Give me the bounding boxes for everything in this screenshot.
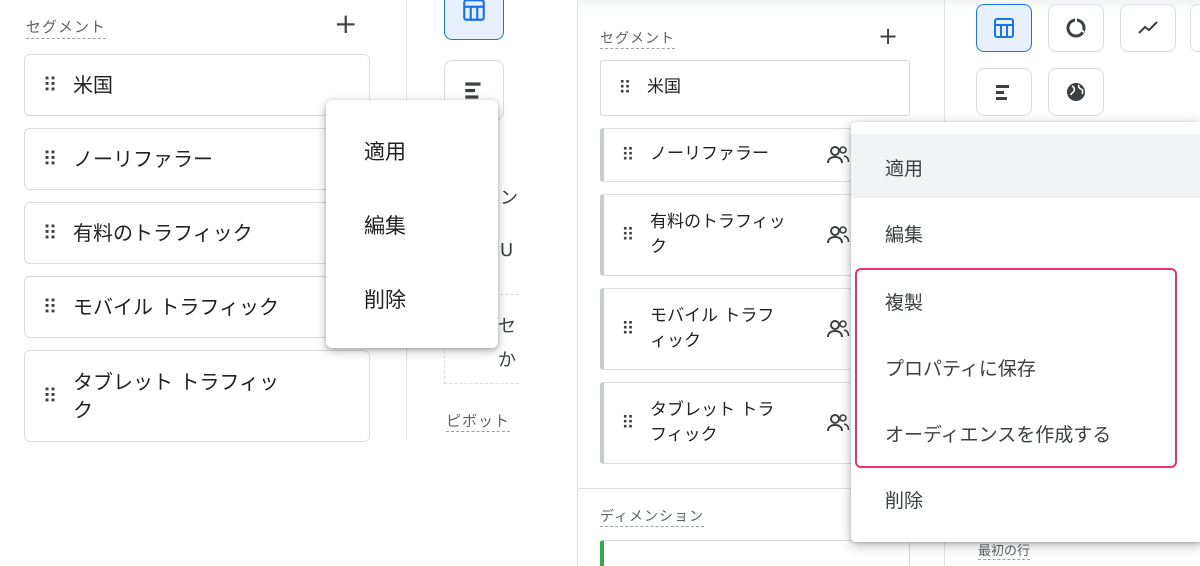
globe-icon: [1067, 83, 1085, 101]
drag-handle-icon[interactable]: ⠿: [25, 147, 73, 171]
table-viz-button[interactable]: [444, 0, 504, 40]
line-chart-viz-button[interactable]: [1120, 4, 1176, 52]
segment-label: 米国: [647, 77, 681, 98]
segment-label: タブレット トラフィッ ク: [73, 370, 279, 422]
segment-label: 有料のトラフィッ ク: [650, 211, 786, 258]
line-chart-icon: [1138, 21, 1158, 34]
segment-item-us[interactable]: ⠿ 米国: [600, 60, 910, 116]
first-row-label: 最初の行: [978, 540, 1031, 560]
table-icon: [994, 18, 1014, 38]
drag-handle-icon[interactable]: ⠿: [25, 221, 73, 245]
bar-chart-viz-button[interactable]: [976, 68, 1032, 116]
users-icon: [827, 414, 850, 432]
segment-item-tablet-traffic[interactable]: ⠿ タブレット トラフィッ ク: [24, 350, 370, 442]
left-panel: セグメント + ⠿ 米国 ⠿ ノーリファラー ⠿ 有料のトラフィック ⠿ モバイ…: [0, 0, 520, 566]
segment-label: ノーリファラー: [650, 144, 769, 165]
dimension-item[interactable]: [600, 540, 910, 566]
segment-item-us[interactable]: ⠿ 米国: [24, 54, 370, 116]
drag-handle-icon[interactable]: ⠿: [604, 225, 650, 246]
more-viz-button[interactable]: [1190, 4, 1200, 52]
segment-label: モバイル トラフ ィック: [650, 305, 775, 352]
segment-context-menu: 適用 編集 複製 プロパティに保存 オーディエンスを作成する 削除: [851, 122, 1200, 542]
users-icon: [827, 146, 850, 164]
users-icon: [827, 226, 850, 244]
add-segment-icon[interactable]: +: [878, 24, 898, 48]
add-segment-icon[interactable]: +: [334, 10, 357, 38]
partial-text: か: [498, 350, 516, 371]
drag-handle-icon[interactable]: ⠿: [25, 73, 73, 97]
drag-handle-icon[interactable]: ⠿: [604, 319, 650, 340]
menu-item-delete[interactable]: 削除: [885, 486, 923, 513]
partial-text: セ: [498, 316, 516, 337]
segments-heading: セグメント: [26, 16, 107, 39]
table-viz-button[interactable]: [976, 4, 1032, 52]
new-items-highlight: [855, 268, 1177, 468]
segments-heading: セグメント: [600, 28, 675, 49]
table-icon: [463, 0, 485, 21]
partial-text: ン: [500, 188, 518, 209]
menu-item-apply[interactable]: 適用: [885, 154, 923, 181]
menu-item-delete[interactable]: 削除: [364, 284, 406, 314]
segment-label: ノーリファラー: [73, 147, 213, 171]
drag-handle-icon[interactable]: ⠿: [25, 384, 73, 408]
drag-handle-icon[interactable]: ⠿: [604, 413, 650, 434]
donut-chart-icon: [1066, 18, 1086, 38]
users-icon: [827, 320, 850, 338]
segment-item-no-referrer[interactable]: ⠿ ノーリファラー: [24, 128, 370, 190]
dimensions-heading: ディメンション: [600, 506, 705, 527]
panel-top-edge: [578, 0, 1200, 10]
right-panel: セグメント + ⠿ 米国 ⠿ ノーリファラー ⠿ 有料のトラフィッ ク ⠿ モバ…: [577, 0, 1200, 566]
segment-context-menu: 適用 編集 削除: [326, 100, 498, 348]
partial-text: U: [500, 240, 514, 261]
bar-chart-icon: [996, 85, 1009, 100]
drag-handle-icon[interactable]: ⠿: [25, 295, 73, 319]
menu-item-apply[interactable]: 適用: [364, 136, 406, 166]
geo-map-viz-button[interactable]: [1048, 68, 1104, 116]
pivot-label: ピボット: [446, 412, 511, 432]
menu-item-edit[interactable]: 編集: [885, 220, 923, 247]
drag-handle-icon[interactable]: ⠿: [601, 78, 647, 99]
segment-label: 米国: [73, 73, 113, 97]
segment-label: タブレット トラ フィック: [650, 399, 775, 446]
drag-handle-icon[interactable]: ⠿: [604, 145, 650, 166]
segment-label: 有料のトラフィック: [73, 221, 253, 245]
segment-item-mobile-traffic[interactable]: ⠿ モバイル トラフィック: [24, 276, 370, 338]
segment-label: モバイル トラフィック: [73, 295, 279, 319]
segment-item-paid-traffic[interactable]: ⠿ 有料のトラフィック: [24, 202, 370, 264]
menu-item-edit[interactable]: 編集: [364, 210, 406, 240]
donut-chart-viz-button[interactable]: [1048, 4, 1104, 52]
